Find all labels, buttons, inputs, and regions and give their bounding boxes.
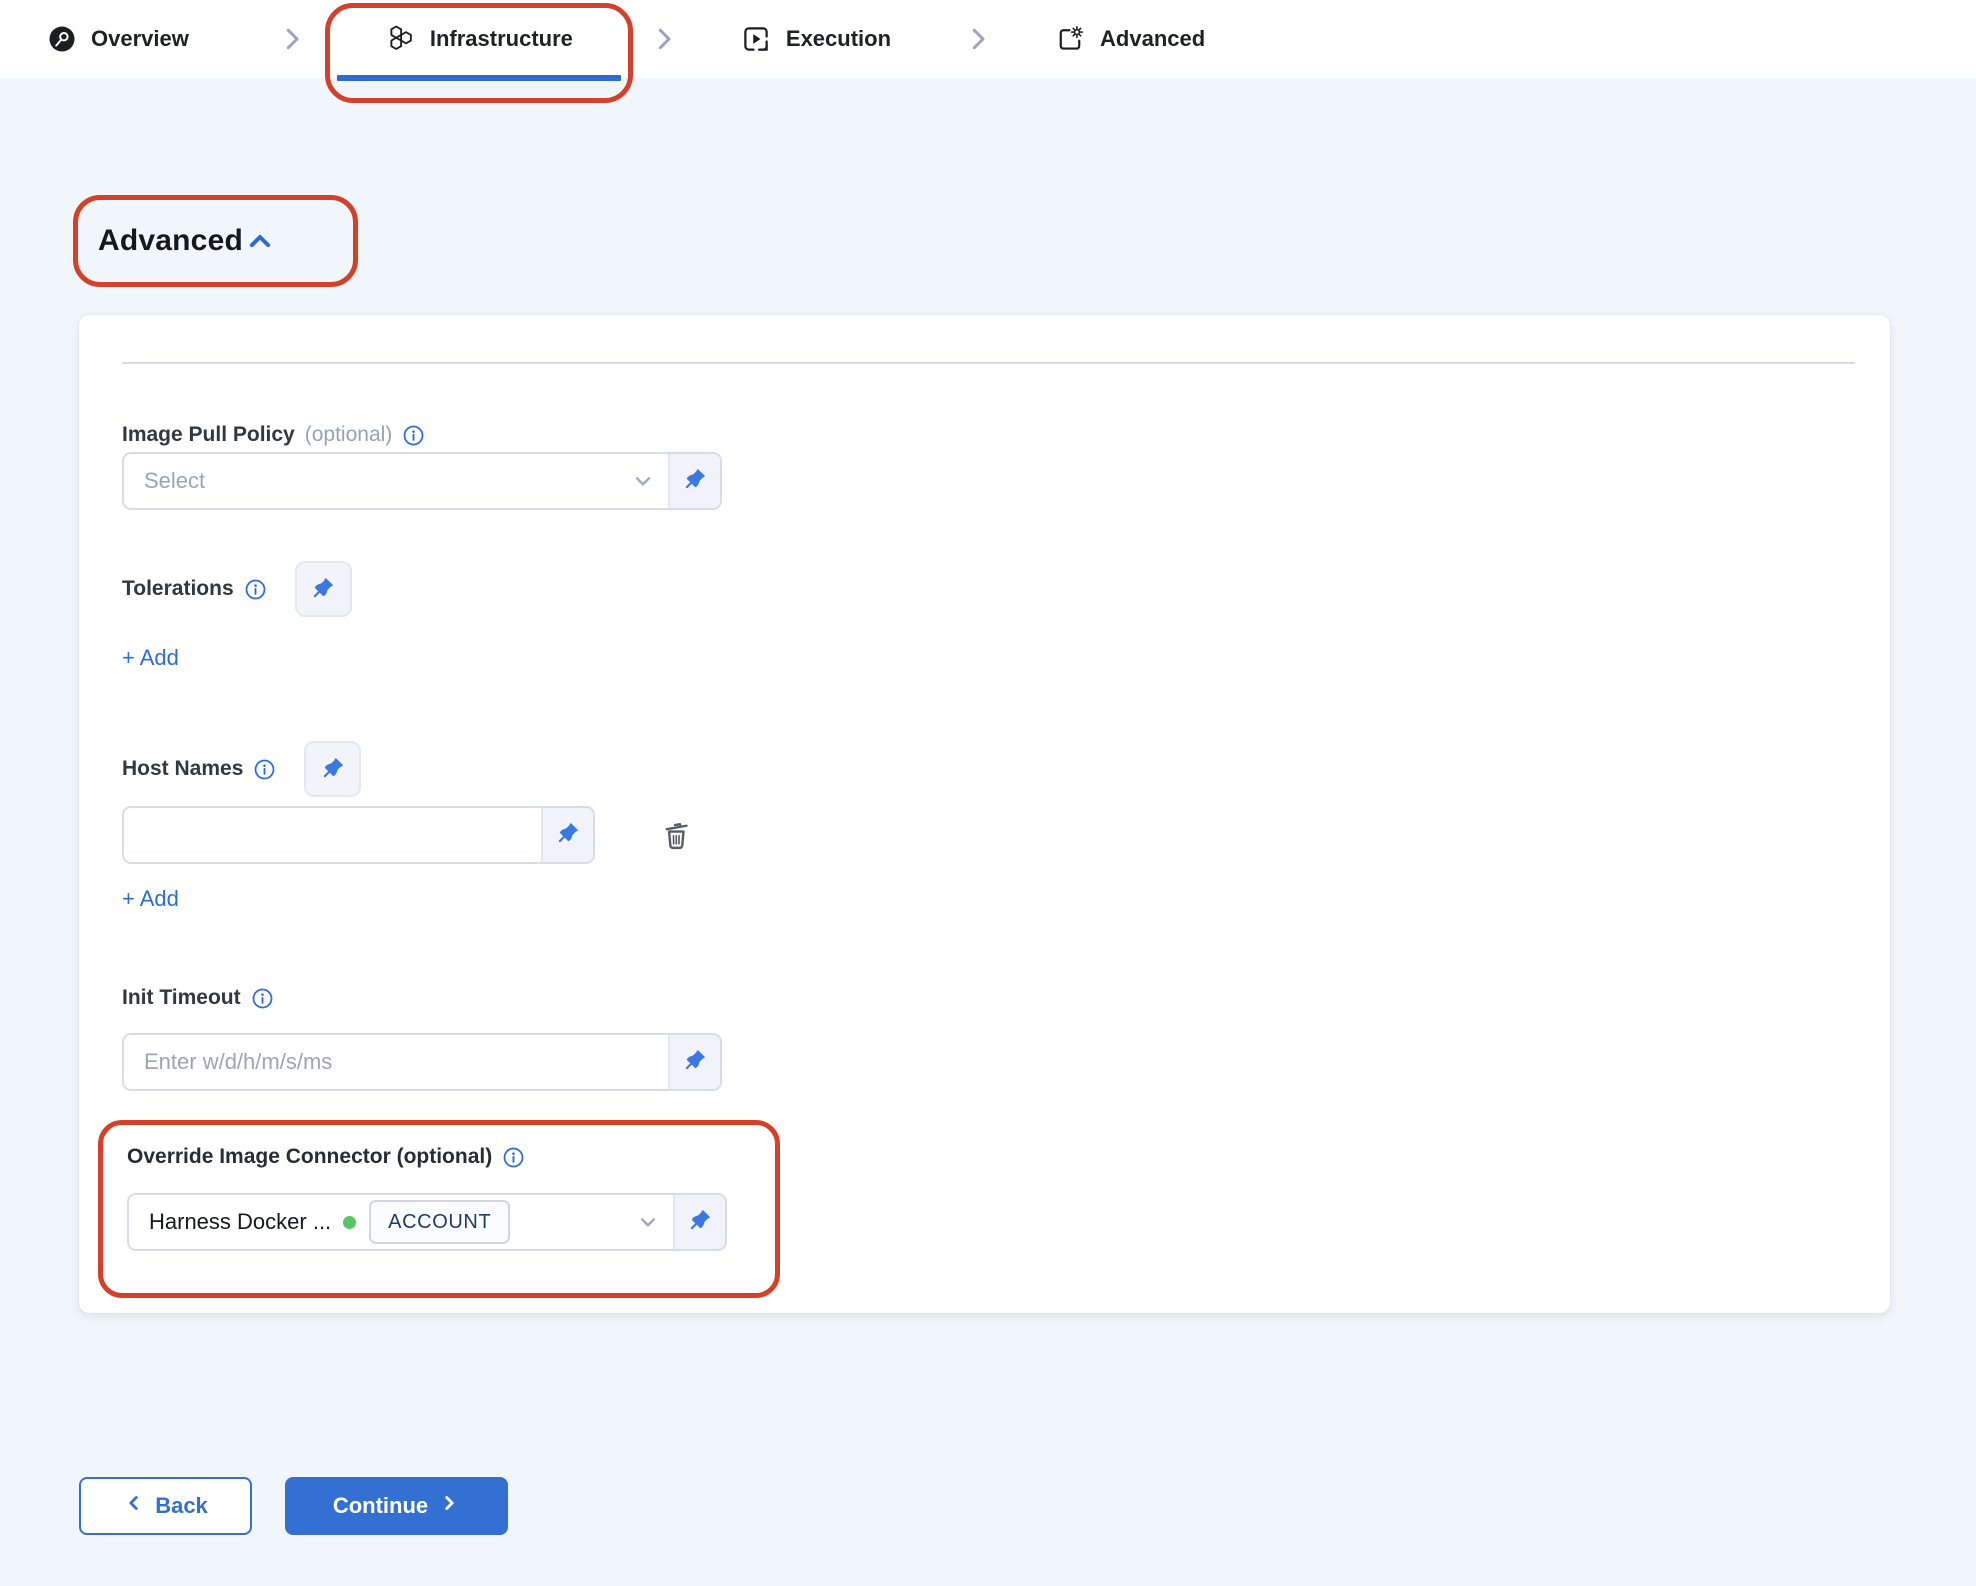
runtime-input-pin-button[interactable] (668, 1035, 720, 1089)
pin-icon (682, 1047, 708, 1078)
card-divider (122, 362, 1855, 364)
host-names-add-button[interactable]: + Add (122, 886, 1855, 912)
overview-icon (48, 25, 76, 53)
connector-name-text: Harness Docker ... (149, 1209, 331, 1235)
label-text: Override Image Connector (optional) (127, 1144, 492, 1170)
tab-overview[interactable]: Overview (48, 25, 189, 53)
label-text: Host Names (122, 756, 243, 782)
host-name-input-control (122, 806, 595, 864)
active-tab-underline (337, 75, 621, 81)
pin-icon (682, 466, 708, 497)
chevron-right-icon (277, 24, 307, 54)
tolerations-add-button[interactable]: + Add (122, 645, 1855, 671)
chevron-down-icon (618, 454, 668, 508)
chevron-down-icon (623, 1195, 673, 1249)
connector-status-dot (343, 1216, 356, 1229)
select-value: Select (124, 454, 618, 508)
infrastructure-icon (385, 24, 415, 54)
tolerations-row: Tolerations (122, 561, 1855, 617)
annotation-highlight-advanced-header: Advanced (73, 195, 358, 287)
host-names-row: Host Names (122, 741, 1855, 797)
tab-label: Infrastructure (430, 26, 573, 52)
chevron-right-icon (963, 24, 993, 54)
section-title: Advanced (98, 221, 243, 261)
tolerations-label: Tolerations (122, 576, 267, 602)
chevron-left-icon (123, 1492, 145, 1520)
runtime-input-pin-button[interactable] (304, 741, 361, 797)
tab-infrastructure[interactable]: Infrastructure (325, 0, 633, 78)
runtime-input-pin-button[interactable] (668, 454, 720, 508)
init-timeout-control (122, 1033, 722, 1091)
tab-infrastructure-content: Infrastructure (385, 24, 573, 54)
info-icon[interactable] (244, 578, 267, 601)
info-icon[interactable] (402, 424, 425, 447)
info-icon[interactable] (502, 1146, 525, 1169)
pin-icon (687, 1207, 713, 1238)
back-button-label: Back (155, 1493, 208, 1519)
runtime-input-pin-button[interactable] (541, 808, 593, 862)
host-name-input[interactable] (124, 808, 541, 862)
pin-icon (555, 820, 581, 851)
label-text: Tolerations (122, 576, 234, 602)
tab-label: Advanced (1100, 26, 1205, 52)
chevron-right-icon (438, 1492, 460, 1520)
trash-icon (658, 816, 694, 855)
continue-button-label: Continue (333, 1493, 428, 1519)
select-placeholder: Select (144, 468, 205, 494)
wizard-tab-bar: Overview Infrastructure (0, 0, 1976, 78)
execution-icon (741, 24, 771, 54)
label-text: Image Pull Policy (122, 422, 295, 448)
pin-icon (320, 755, 346, 784)
delete-host-name-button[interactable] (658, 816, 694, 855)
label-text: Init Timeout (122, 985, 241, 1011)
image-pull-policy-select[interactable]: Select (122, 452, 722, 510)
page: Overview Infrastructure (0, 0, 1976, 1586)
tab-advanced[interactable]: Advanced (1055, 24, 1205, 54)
init-timeout-label: Init Timeout (122, 985, 1855, 1011)
annotation-highlight-override-connector: Override Image Connector (optional) Harn… (98, 1120, 780, 1298)
init-timeout-input[interactable] (124, 1035, 668, 1089)
info-icon[interactable] (251, 987, 274, 1010)
override-image-connector-select[interactable]: Harness Docker ... ACCOUNT (127, 1193, 727, 1251)
runtime-input-pin-button[interactable] (295, 561, 352, 617)
tab-label: Execution (786, 26, 891, 52)
collapse-section-button[interactable] (245, 227, 275, 260)
tab-label: Overview (91, 26, 189, 52)
wizard-footer: Back Continue (79, 1477, 1976, 1535)
host-names-label: Host Names (122, 756, 276, 782)
tab-execution[interactable]: Execution (741, 24, 891, 54)
advanced-gear-icon (1055, 24, 1085, 54)
optional-text: (optional) (305, 422, 393, 448)
back-button[interactable]: Back (79, 1477, 252, 1535)
runtime-input-pin-button[interactable] (673, 1195, 725, 1249)
pin-icon (310, 575, 336, 604)
host-name-input-row (122, 806, 1855, 864)
chevron-up-icon (245, 227, 275, 260)
advanced-settings-card: Image Pull Policy (optional) Select Tole… (79, 315, 1890, 1313)
connector-value: Harness Docker ... ACCOUNT (129, 1195, 623, 1249)
override-image-connector-label: Override Image Connector (optional) (127, 1144, 775, 1170)
info-icon[interactable] (253, 758, 276, 781)
image-pull-policy-label: Image Pull Policy (optional) (122, 422, 1855, 448)
chevron-right-icon (649, 24, 679, 54)
continue-button[interactable]: Continue (285, 1477, 508, 1535)
connector-scope-badge: ACCOUNT (369, 1200, 510, 1244)
